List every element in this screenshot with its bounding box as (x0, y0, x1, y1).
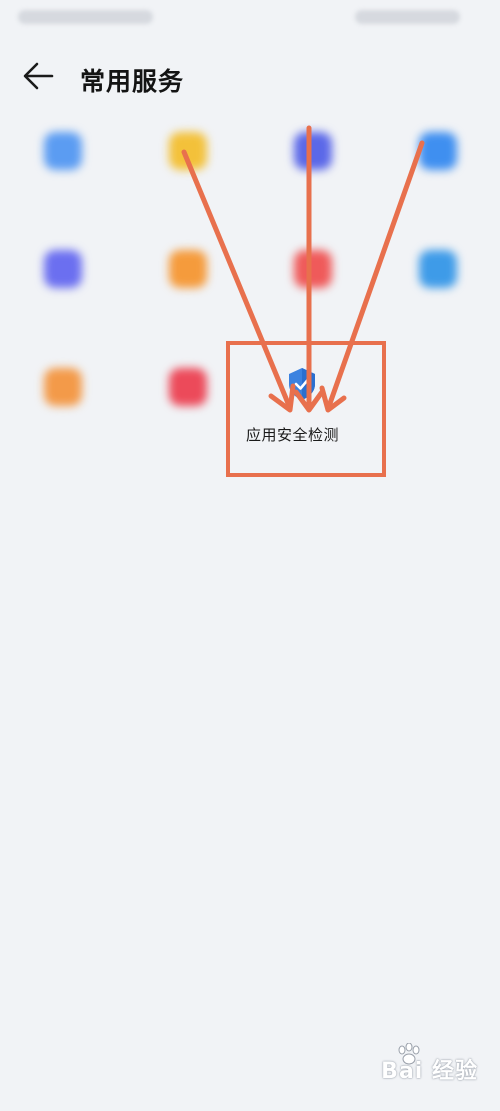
service-tile-9[interactable] (0, 356, 125, 474)
arrow-left-icon[interactable] (20, 58, 60, 94)
status-bar-right (355, 10, 460, 24)
heart-icon (169, 368, 207, 406)
service-tile-3[interactable] (250, 120, 375, 238)
status-bar (0, 0, 500, 36)
person-icon (44, 368, 82, 406)
gear-icon (44, 132, 82, 170)
service-tile-5[interactable] (0, 238, 125, 356)
watermark: Bai 经验 (368, 1043, 478, 1085)
status-bar-left (18, 10, 153, 24)
service-tile-1[interactable] (0, 120, 125, 238)
service-tile-8[interactable] (375, 238, 500, 356)
hand-icon (169, 132, 207, 170)
calendar-icon (44, 250, 82, 288)
watermark-text: Bai 经验 (381, 1059, 478, 1084)
bag-icon (169, 250, 207, 288)
folder-icon (294, 132, 332, 170)
service-tile-7[interactable] (250, 238, 375, 356)
service-tile-4[interactable] (375, 120, 500, 238)
doc-icon (419, 250, 457, 288)
service-tile-2[interactable] (125, 120, 250, 238)
page-title: 常用服务 (80, 67, 185, 96)
annotation-highlight-box (226, 341, 386, 477)
service-tile-6[interactable] (125, 238, 250, 356)
heart-icon (294, 250, 332, 288)
bulb-icon (419, 132, 457, 170)
header: 常用服务 (0, 50, 500, 104)
